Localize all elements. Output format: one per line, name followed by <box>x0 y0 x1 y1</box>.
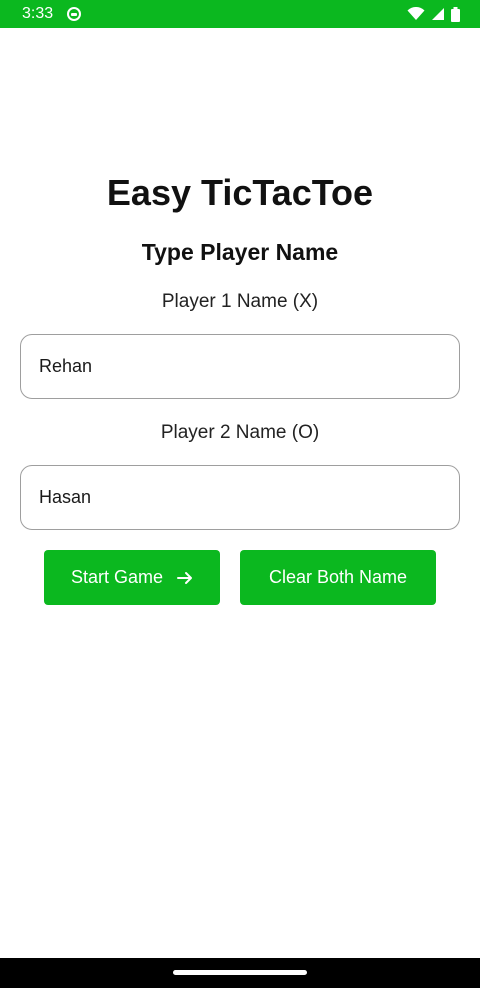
player1-label: Player 1 Name (X) <box>161 291 319 312</box>
clear-names-button[interactable]: Clear Both Name <box>240 550 436 605</box>
status-bar: 3:33 <box>0 0 480 28</box>
arrow-right-icon <box>177 571 193 584</box>
app-notification-icon <box>67 7 82 21</box>
wifi-icon <box>407 7 425 20</box>
navigation-bar <box>0 958 480 988</box>
clear-names-label: Clear Both Name <box>268 567 408 587</box>
start-game-label: Start Game <box>70 567 164 587</box>
player1-name-input[interactable] <box>20 334 460 399</box>
start-game-button[interactable]: Start Game <box>44 550 220 605</box>
status-right <box>407 6 460 22</box>
status-time: 3:33 <box>22 5 54 22</box>
home-indicator[interactable] <box>173 970 307 975</box>
status-left: 3:33 <box>22 5 82 23</box>
battery-icon <box>451 6 460 22</box>
page-title: Easy TicTacToe <box>106 172 374 213</box>
player2-name-input[interactable] <box>20 465 460 530</box>
cell-signal-icon <box>432 8 444 20</box>
page-subtitle: Type Player Name <box>141 239 339 265</box>
player2-label: Player 2 Name (O) <box>160 422 320 443</box>
